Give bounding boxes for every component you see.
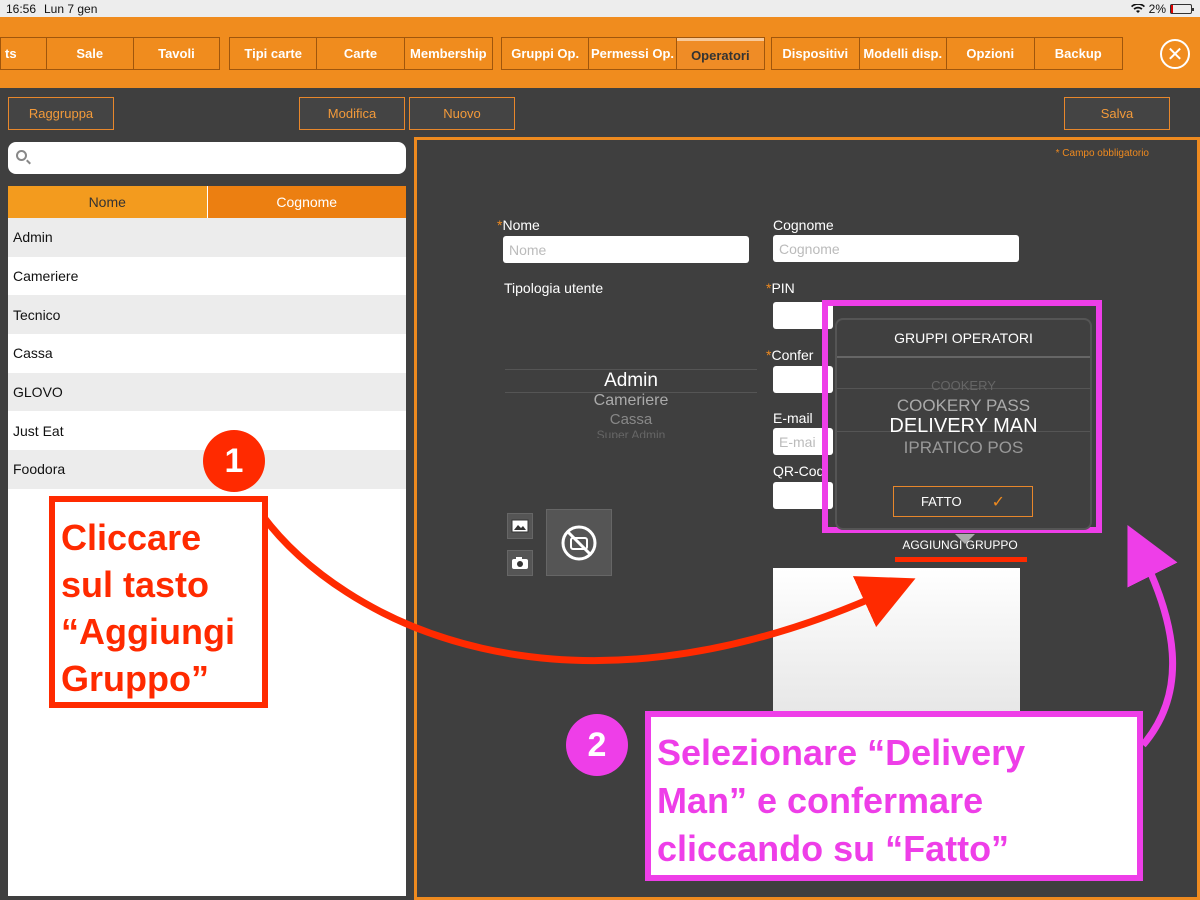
top-menu-bar: ts Sale Tavoli Tipi carte Carte Membersh… — [0, 17, 1200, 88]
nome-field[interactable]: Nome — [503, 236, 749, 263]
step1-badge: 1 — [203, 430, 265, 492]
menu-item-gruppi-op[interactable]: Gruppi Op. — [502, 38, 590, 69]
camera-icon[interactable] — [507, 550, 533, 576]
step2-line: cliccando su “Fatto” — [657, 828, 1010, 869]
battery-icon — [1170, 4, 1194, 14]
menu-item-modelli-disp[interactable]: Modelli disp. — [859, 38, 947, 69]
popup-pointer — [955, 534, 975, 544]
popup-option[interactable]: COOKERY — [837, 378, 1090, 390]
tipologia-option[interactable]: Cassa — [505, 411, 757, 428]
list-header: Nome Cognome — [8, 186, 406, 218]
tipologia-option[interactable]: Cameriere — [505, 392, 757, 410]
menu-item-events[interactable]: ts — [1, 38, 47, 69]
gallery-icon[interactable] — [507, 513, 533, 539]
step2-badge: 2 — [566, 714, 628, 776]
menu-item-tipi-carte[interactable]: Tipi carte — [230, 38, 318, 69]
required-note: * Campo obbligatorio — [1055, 148, 1149, 159]
cognome-field[interactable]: Cognome — [773, 235, 1019, 262]
step1-line: sul tasto — [61, 564, 210, 605]
aggiungi-underline — [895, 557, 1027, 562]
no-photo-icon — [546, 509, 612, 576]
menu-group-4: Dispositivi Modelli disp. Opzioni Backup — [771, 37, 1123, 70]
tipologia-option[interactable]: Super Admin — [505, 428, 757, 438]
status-date: Lun 7 gen — [44, 2, 98, 16]
menu-group-2: Tipi carte Carte Membership — [229, 37, 493, 70]
column-nome[interactable]: Nome — [8, 186, 208, 218]
menu-group-1: ts Sale Tavoli — [0, 37, 220, 70]
gruppi-operatori-popup: GRUPPI OPERATORI COOKERY COOKERY PASS DE… — [835, 318, 1092, 530]
wifi-icon — [1130, 4, 1145, 13]
fatto-button[interactable]: FATTO ✓ — [893, 486, 1033, 517]
modifica-button[interactable]: Modifica — [299, 97, 405, 130]
tipologia-label: Tipologia utente — [504, 280, 604, 296]
column-cognome[interactable]: Cognome — [207, 186, 406, 218]
qr-label: QR-Cod — [773, 463, 825, 479]
menu-item-backup[interactable]: Backup — [1034, 38, 1122, 69]
step2-line: Selezionare “Delivery — [657, 732, 1026, 773]
step1-line: Cliccare — [61, 517, 202, 558]
popup-title: GRUPPI OPERATORI — [837, 320, 1090, 358]
menu-group-3: Gruppi Op. Permessi Op. Operatori — [501, 37, 765, 70]
image-preview — [773, 568, 1020, 718]
popup-option-selected[interactable]: DELIVERY MAN — [837, 415, 1090, 438]
menu-item-operatori[interactable]: Operatori — [676, 38, 764, 69]
step1-callout: Cliccare sul tasto “Aggiungi Gruppo” — [49, 496, 268, 708]
pin-label: *PIN — [766, 280, 795, 296]
popup-option[interactable]: IPRATICO POS — [837, 438, 1090, 458]
menu-item-membership[interactable]: Membership — [404, 38, 492, 69]
nome-label: *Nome — [497, 217, 540, 233]
menu-item-dispositivi[interactable]: Dispositivi — [772, 38, 860, 69]
menu-item-sale[interactable]: Sale — [46, 38, 134, 69]
step2-callout: Selezionare “Delivery Man” e confermare … — [645, 711, 1143, 881]
menu-item-carte[interactable]: Carte — [317, 38, 405, 69]
status-right: 2% — [1130, 2, 1194, 16]
list-item[interactable]: Tecnico — [8, 295, 406, 335]
search-input[interactable] — [8, 142, 406, 174]
menu-item-permessi-op[interactable]: Permessi Op. — [589, 38, 677, 69]
search-icon — [16, 150, 27, 161]
status-time: 16:56 — [6, 2, 37, 16]
menu-item-opzioni[interactable]: Opzioni — [947, 38, 1035, 69]
nuovo-button[interactable]: Nuovo — [409, 97, 515, 130]
battery-percent: 2% — [1148, 2, 1166, 16]
tipologia-selected[interactable]: Admin — [505, 369, 757, 393]
close-icon[interactable]: ✕ — [1160, 39, 1190, 69]
list-item[interactable]: Cameriere — [8, 257, 406, 296]
step1-line: “Aggiungi — [61, 611, 235, 652]
list-item[interactable]: Admin — [8, 218, 406, 257]
check-icon: ✓ — [991, 493, 1006, 511]
conferma-label: *Confer — [766, 347, 814, 363]
email-label: E-mail — [773, 410, 813, 426]
popup-option[interactable]: COOKERY PASS — [837, 396, 1090, 416]
raggruppa-button[interactable]: Raggruppa — [8, 97, 114, 130]
list-item[interactable]: GLOVO — [8, 372, 406, 412]
status-bar: 16:56 Lun 7 gen 2% — [0, 0, 1200, 17]
step1-line: Gruppo” — [61, 658, 209, 699]
fatto-label: FATTO — [920, 494, 962, 509]
menu-item-tavoli[interactable]: Tavoli — [133, 38, 219, 69]
list-item[interactable]: Cassa — [8, 334, 406, 373]
step2-line: Man” e confermare — [657, 780, 984, 821]
cognome-label: Cognome — [773, 217, 834, 233]
salva-button[interactable]: Salva — [1064, 97, 1170, 130]
